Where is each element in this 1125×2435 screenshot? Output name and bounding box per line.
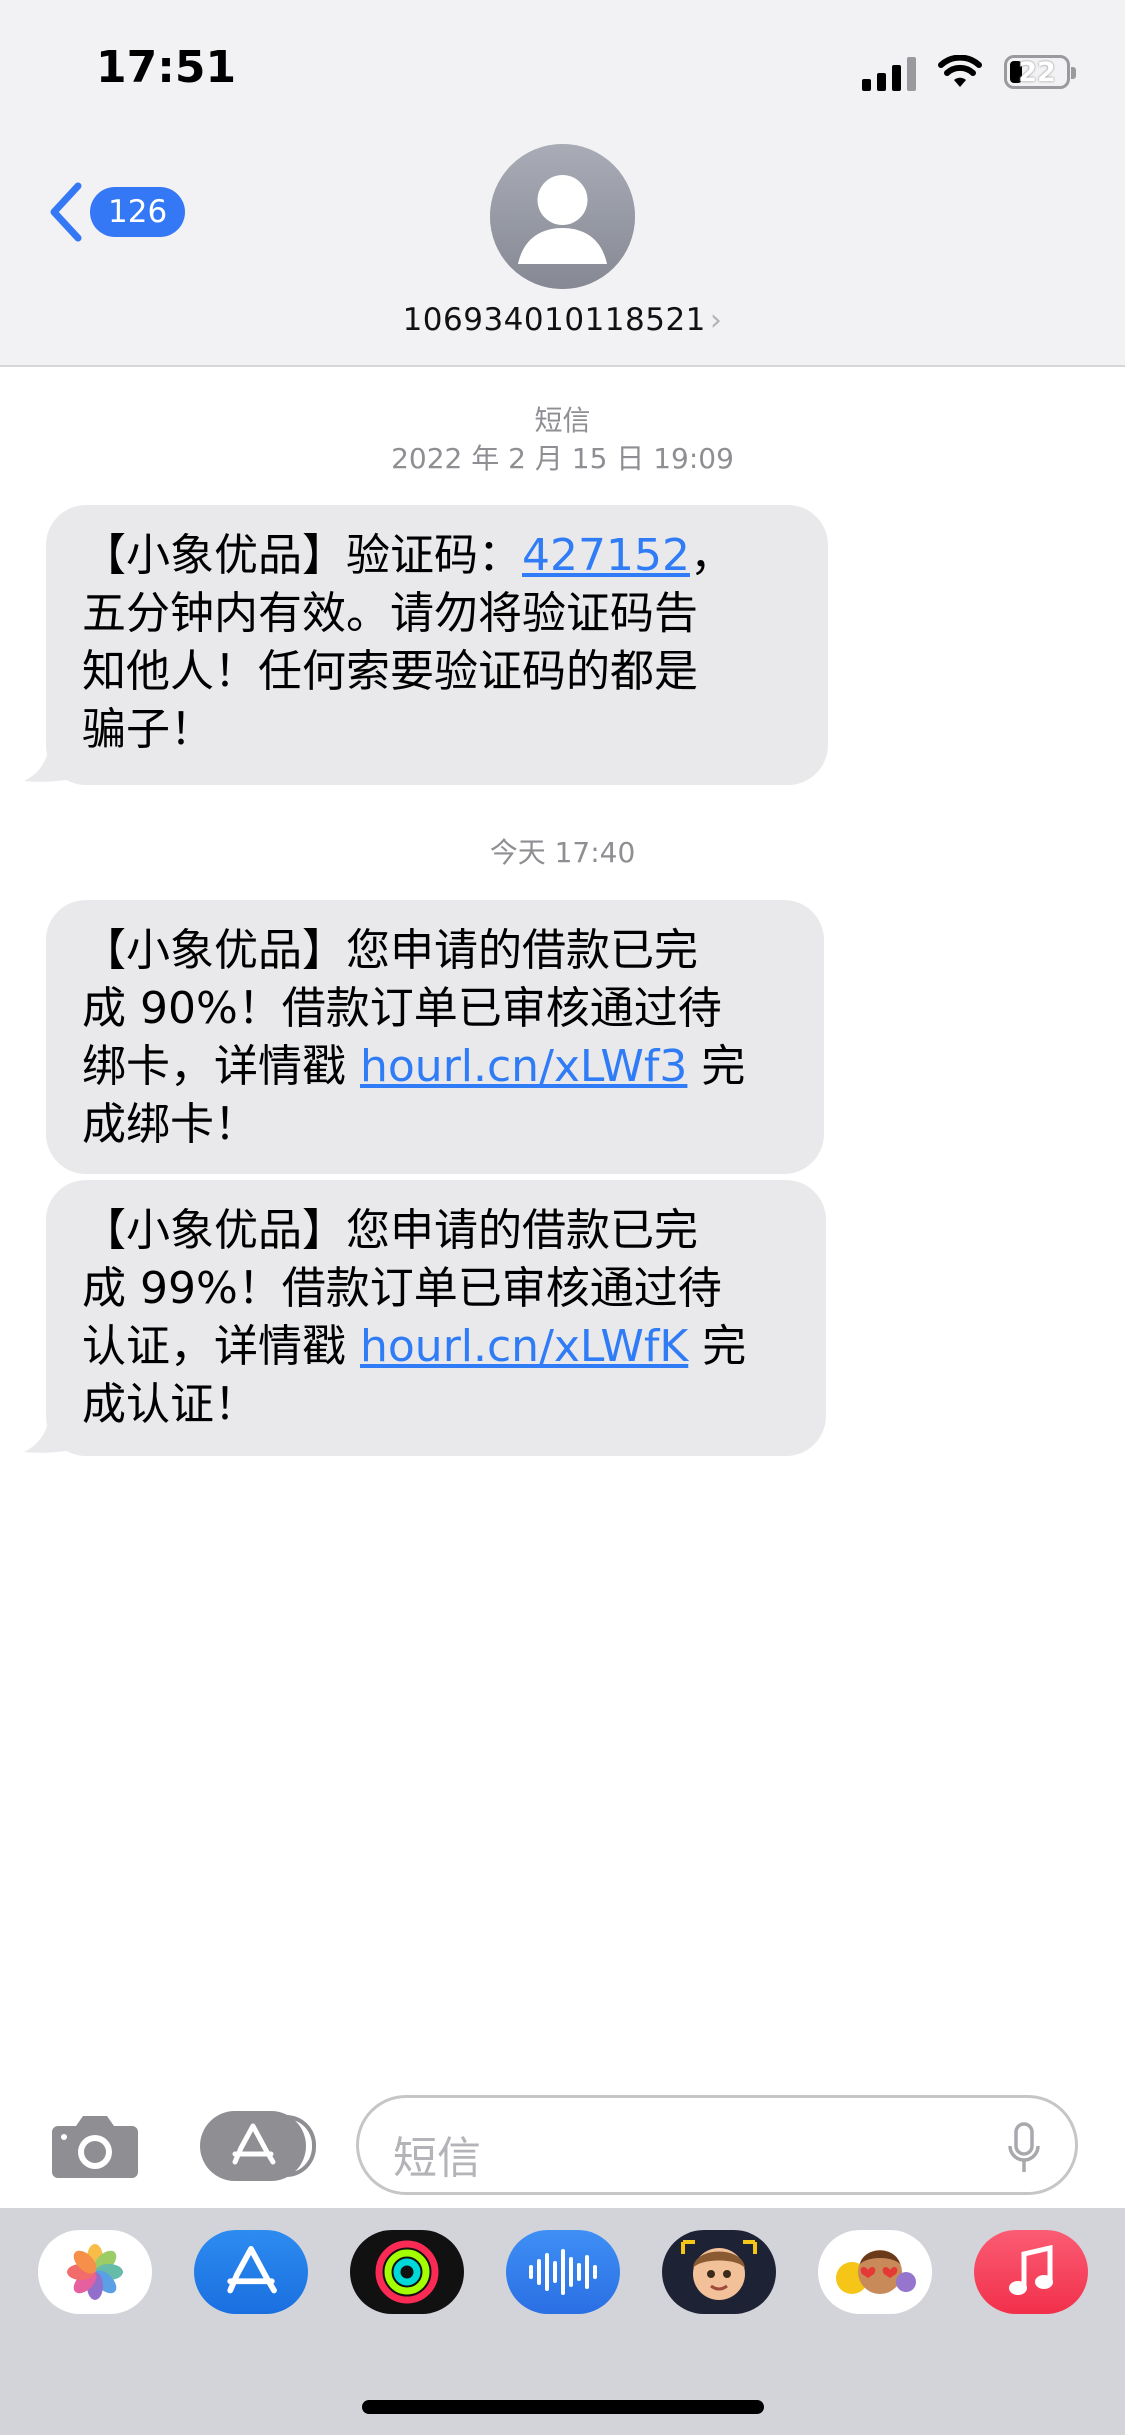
- microphone-icon[interactable]: [1007, 2122, 1041, 2176]
- timestamp-datetime: 2022 年 2 月 15 日 19:09: [391, 442, 734, 475]
- battery-icon: 22: [1004, 55, 1076, 89]
- animoji-stickers-icon[interactable]: [818, 2230, 932, 2314]
- message-link[interactable]: hourl.cn/xLWf3: [360, 1041, 687, 1092]
- message-text: 【小象优品】您申请的借款已完: [82, 1205, 698, 1256]
- app-store-button[interactable]: [200, 2111, 316, 2181]
- home-indicator[interactable]: [362, 2400, 764, 2414]
- message-text: 绑卡，详情戳: [82, 1041, 360, 1092]
- message-text: ，: [689, 530, 734, 581]
- status-icons: 22: [862, 50, 1076, 94]
- message-text: 成绑卡！: [82, 1099, 258, 1150]
- contact-avatar[interactable]: [490, 144, 635, 289]
- memoji-icon[interactable]: [662, 2230, 776, 2314]
- timestamp-1: 短信 2022 年 2 月 15 日 19:09: [0, 402, 1125, 478]
- message-text: 成 90%！借款订单已审核通过待: [82, 983, 722, 1034]
- app-store-icon[interactable]: [194, 2230, 308, 2314]
- audio-messages-icon[interactable]: [506, 2230, 620, 2314]
- message-input-placeholder: 短信: [393, 2133, 481, 2184]
- unread-count-badge: 126: [90, 187, 186, 237]
- app-store-glyph-icon: [232, 2123, 276, 2165]
- wifi-icon: [938, 55, 982, 87]
- contact-name[interactable]: 106934010118521 ›: [0, 302, 1125, 338]
- message-text: 五分钟内有效。请勿将验证码告: [82, 588, 698, 639]
- activity-icon[interactable]: [350, 2230, 464, 2314]
- photos-icon[interactable]: [38, 2230, 152, 2314]
- battery-level: 22: [1018, 56, 1056, 88]
- timestamp-datetime: 今天 17:40: [489, 836, 636, 869]
- message-text: 完: [687, 1041, 746, 1092]
- camera-icon[interactable]: [50, 2110, 140, 2180]
- message-text: 认证，详情戳: [82, 1321, 360, 1372]
- message-text: 【小象优品】验证码：: [82, 530, 522, 581]
- status-time: 17:51: [96, 42, 237, 93]
- message-input[interactable]: 短信: [356, 2095, 1078, 2195]
- messages-screen: 17:51 22 126 106934010118521 › 短信 2022 年…: [0, 0, 1125, 2435]
- verification-code-link[interactable]: 427152: [522, 530, 690, 581]
- chevron-right-icon: ›: [709, 303, 723, 338]
- contact-number: 106934010118521: [402, 302, 706, 338]
- message-text: 骗子！: [82, 704, 214, 755]
- message-link[interactable]: hourl.cn/xLWfK: [360, 1321, 688, 1372]
- message-bubble[interactable]: 【小象优品】您申请的借款已完 成 99%！借款订单已审核通过待 认证，详情戳 h…: [46, 1180, 826, 1456]
- timestamp-2: 今天 17:40: [0, 834, 1125, 872]
- message-text: 知他人！任何索要验证码的都是: [82, 646, 698, 697]
- message-bubble[interactable]: 【小象优品】您申请的借款已完 成 90%！借款订单已审核通过待 绑卡，详情戳 h…: [46, 900, 824, 1174]
- back-button[interactable]: 126: [46, 180, 186, 244]
- service-label: 短信: [534, 404, 591, 437]
- message-text: 成认证！: [82, 1379, 258, 1430]
- music-icon[interactable]: [974, 2230, 1088, 2314]
- chevron-left-icon: [50, 182, 82, 242]
- message-text: 完: [688, 1321, 747, 1372]
- cellular-signal-icon: [862, 53, 916, 91]
- message-bubble[interactable]: 【小象优品】验证码：427152， 五分钟内有效。请勿将验证码告 知他人！任何索…: [46, 505, 828, 785]
- conversation-header: 17:51 22 126 106934010118521 ›: [0, 0, 1125, 367]
- message-text: 成 99%！借款订单已审核通过待: [82, 1263, 722, 1314]
- person-icon: [490, 144, 635, 289]
- message-text: 【小象优品】您申请的借款已完: [82, 925, 698, 976]
